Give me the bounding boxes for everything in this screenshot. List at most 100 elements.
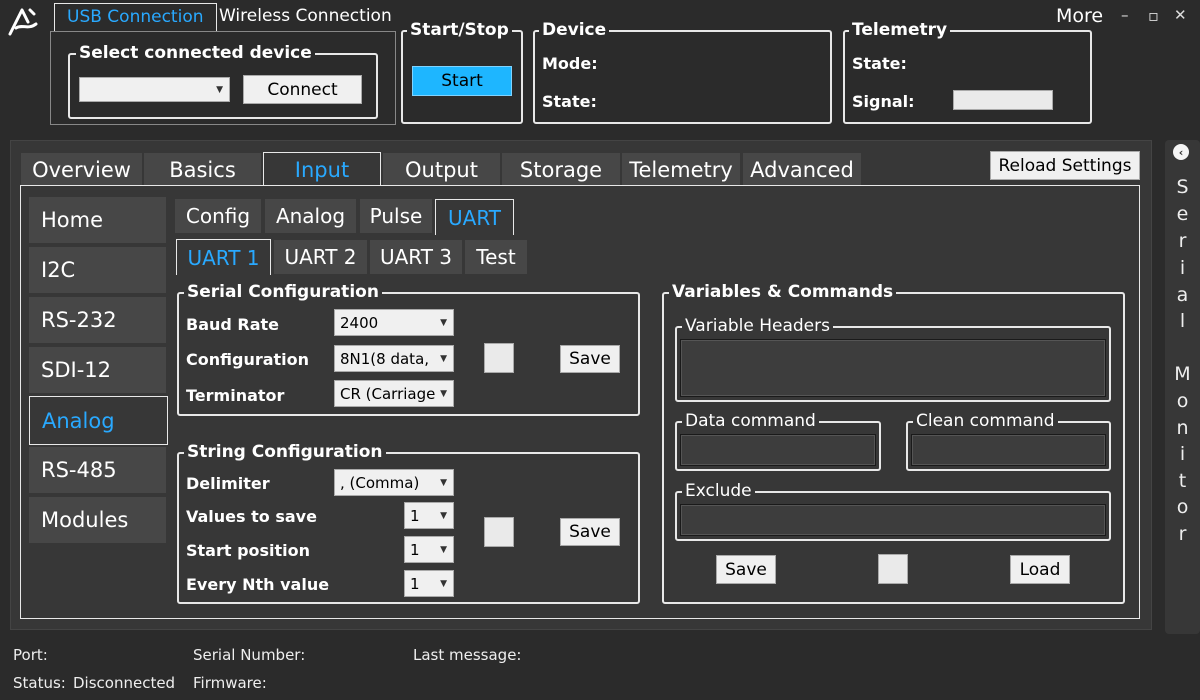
serial-monitor-letter: t [1178, 470, 1187, 492]
tab-advanced[interactable]: Advanced [743, 153, 861, 186]
configuration-label: Configuration [186, 350, 310, 369]
close-icon[interactable]: ✕ [1174, 6, 1187, 24]
tab-telemetry[interactable]: Telemetry [622, 153, 740, 186]
serial-monitor-letter: S [1176, 176, 1189, 198]
serial-monitor-letter: r [1178, 523, 1187, 545]
device-mode-label: Mode: [542, 54, 598, 73]
last-message-label: Last message: [413, 646, 522, 664]
device-title: Device [539, 20, 610, 40]
delimiter-label: Delimiter [186, 474, 270, 493]
start-position-value: 1 [410, 540, 420, 559]
subtab-config[interactable]: Config [175, 199, 261, 233]
sidebar-item-sdi12[interactable]: SDI-12 [29, 347, 166, 393]
serial-monitor-letter: r [1178, 230, 1187, 252]
sidebar-item-i2c[interactable]: I2C [29, 247, 166, 293]
reload-settings-button[interactable]: Reload Settings [990, 151, 1140, 180]
start-position-label: Start position [186, 541, 311, 560]
serial-monitor-letter: M [1174, 363, 1191, 385]
serial-monitor-letter: e [1176, 203, 1189, 225]
start-button[interactable]: Start [412, 66, 512, 96]
serial-monitor-letter: l [1179, 310, 1186, 332]
status-value: Disconnected [73, 674, 176, 692]
serial-monitor-letter: a [1176, 284, 1189, 306]
variable-headers-input[interactable] [680, 339, 1106, 397]
maximize-icon[interactable]: ▫ [1148, 6, 1159, 25]
more-button[interactable]: More [1056, 5, 1103, 27]
sidebar-item-rs232[interactable]: RS-232 [29, 297, 166, 343]
data-command-input[interactable] [680, 434, 876, 466]
exclude-input[interactable] [680, 504, 1106, 536]
telemetry-title: Telemetry [849, 20, 951, 40]
configuration-select[interactable]: 8N1(8 data, r ▼ [334, 345, 454, 372]
exclude-title: Exclude [682, 481, 755, 501]
tab-input[interactable]: Input [263, 152, 381, 187]
terminator-select[interactable]: CR (Carriage ▼ [334, 380, 454, 407]
serial-save-button[interactable]: Save [560, 345, 620, 373]
vars-load-button[interactable]: Load [1010, 555, 1070, 584]
sidebar-item-rs485[interactable]: RS-485 [29, 447, 166, 493]
start-stop-title: Start/Stop [407, 20, 512, 40]
tab-usb-connection[interactable]: USB Connection [54, 3, 217, 32]
device-select[interactable]: ▼ [79, 77, 230, 102]
vars-checkbox[interactable] [878, 554, 908, 584]
baud-rate-select[interactable]: 2400 ▼ [334, 309, 454, 336]
tab-overview[interactable]: Overview [21, 153, 142, 186]
minimize-icon[interactable]: – [1121, 6, 1129, 24]
string-config-checkbox[interactable] [484, 517, 514, 547]
terminator-label: Terminator [186, 386, 285, 405]
chevron-down-icon: ▼ [440, 317, 447, 328]
serial-number-label: Serial Number: [193, 646, 306, 664]
tab-basics[interactable]: Basics [144, 153, 261, 186]
serial-monitor-letter: i [1179, 257, 1186, 279]
chevron-down-icon: ▼ [440, 477, 447, 488]
tab-uart-1[interactable]: UART 1 [176, 239, 271, 275]
tab-uart-3[interactable]: UART 3 [370, 240, 462, 274]
sidebar-item-home[interactable]: Home [29, 197, 166, 243]
vars-save-button[interactable]: Save [716, 555, 776, 584]
delimiter-select[interactable]: , (Comma) ▼ [334, 469, 454, 496]
sidebar-item-analog[interactable]: Analog [29, 396, 168, 445]
values-to-save-select[interactable]: 1 ▼ [404, 502, 454, 529]
port-label: Port: [13, 646, 48, 664]
subtab-analog[interactable]: Analog [265, 199, 356, 233]
serial-monitor-letter: o [1176, 390, 1189, 412]
variable-headers-title: Variable Headers [682, 316, 833, 336]
device-state-label: State: [542, 92, 597, 111]
telemetry-signal-label: Signal: [852, 92, 915, 111]
chevron-down-icon: ▼ [440, 388, 447, 399]
clean-command-title: Clean command [913, 411, 1058, 431]
telemetry-state-label: State: [852, 54, 907, 73]
sidebar-item-modules[interactable]: Modules [29, 497, 166, 543]
connect-button[interactable]: Connect [243, 75, 362, 104]
tab-test[interactable]: Test [465, 240, 527, 274]
configuration-value: 8N1(8 data, r [340, 349, 435, 368]
delimiter-value: , (Comma) [340, 473, 420, 492]
terminator-value: CR (Carriage [340, 384, 435, 403]
baud-rate-value: 2400 [340, 313, 379, 332]
values-to-save-value: 1 [410, 506, 420, 525]
tab-uart-2[interactable]: UART 2 [274, 240, 367, 274]
chevron-down-icon: ▼ [216, 84, 223, 95]
signal-bar [953, 90, 1053, 110]
start-position-select[interactable]: 1 ▼ [404, 536, 454, 563]
chevron-down-icon: ▼ [440, 544, 447, 555]
tab-storage[interactable]: Storage [502, 153, 620, 186]
clean-command-input[interactable] [911, 434, 1106, 466]
serial-monitor-letter: i [1179, 443, 1186, 465]
subtab-pulse[interactable]: Pulse [360, 199, 432, 233]
chevron-down-icon: ▼ [440, 578, 447, 589]
serial-config-checkbox[interactable] [484, 343, 514, 373]
select-device-title: Select connected device [76, 43, 315, 63]
data-command-title: Data command [682, 411, 819, 431]
subtab-uart[interactable]: UART [435, 199, 514, 235]
firmware-label: Firmware: [193, 674, 267, 692]
chevron-down-icon: ▼ [440, 353, 447, 364]
variables-commands-title: Variables & Commands [669, 282, 897, 302]
tab-output[interactable]: Output [383, 153, 500, 186]
string-save-button[interactable]: Save [560, 518, 620, 546]
chevron-left-icon[interactable]: ‹ [1173, 144, 1189, 160]
serial-monitor-letter: o [1176, 496, 1189, 518]
tab-wireless-connection[interactable]: Wireless Connection [207, 3, 404, 32]
values-to-save-label: Values to save [186, 507, 317, 526]
every-nth-value-select[interactable]: 1 ▼ [404, 570, 454, 597]
